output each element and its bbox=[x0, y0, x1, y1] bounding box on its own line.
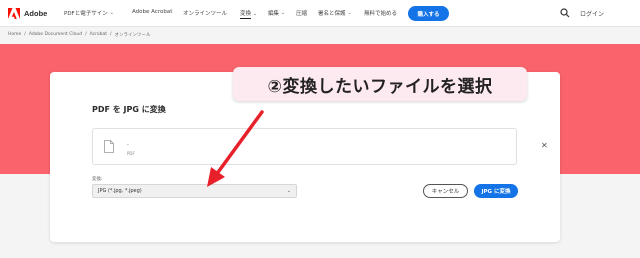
nav-item-label: 編集 bbox=[268, 11, 280, 17]
breadcrumb-document-cloud[interactable]: Adobe Document Cloud bbox=[29, 32, 82, 38]
chevron-down-icon: ⌄ bbox=[281, 10, 286, 16]
nav-item-start-free[interactable]: 無料で始める bbox=[364, 9, 397, 17]
nav-item-sign-protect[interactable]: 署名と保護 ⌄ bbox=[318, 9, 352, 17]
login-link[interactable]: ログイン bbox=[580, 9, 604, 18]
nav-item-label: 署名と保護 bbox=[318, 11, 346, 17]
breadcrumb-separator: / bbox=[109, 32, 112, 37]
adobe-logo-icon bbox=[8, 7, 20, 19]
convert-to-jpg-button[interactable]: JPG に変換 bbox=[474, 184, 518, 198]
nav-item-compress[interactable]: 圧縮 bbox=[296, 9, 307, 17]
buy-button[interactable]: 購入する bbox=[408, 6, 449, 21]
page-title: PDF を JPG に変換 bbox=[92, 105, 166, 114]
adobe-logo[interactable]: Adobe bbox=[8, 7, 48, 19]
breadcrumb-separator: / bbox=[85, 32, 87, 37]
chevron-down-icon: ⌄ bbox=[286, 188, 291, 194]
breadcrumb-acrobat[interactable]: Acrobat bbox=[90, 32, 107, 38]
brand-name: Adobe bbox=[24, 8, 48, 18]
file-type: PDF bbox=[127, 151, 135, 156]
chevron-down-icon: ⌄ bbox=[109, 10, 114, 16]
breadcrumb-separator: / bbox=[24, 32, 26, 37]
nav-item-label: PDFと電子サイン bbox=[64, 11, 108, 17]
chevron-down-icon: ⌄ bbox=[253, 11, 258, 17]
close-icon[interactable]: ✕ bbox=[541, 141, 548, 150]
file-icon bbox=[104, 140, 114, 153]
file-name: - bbox=[127, 142, 129, 148]
format-select-value: JPG (*.jpg, *.jpeg) bbox=[98, 188, 142, 194]
cancel-button[interactable]: キャンセル bbox=[423, 184, 468, 198]
breadcrumb-online-tools[interactable]: オンラインツール bbox=[115, 32, 151, 38]
annotation-callout: ②変換したいファイルを選択 bbox=[233, 67, 527, 101]
selected-file: - PDF ✕ bbox=[92, 128, 548, 165]
nav-item-label: 変換 bbox=[240, 11, 252, 19]
nav-item-convert[interactable]: 変換 ⌄ bbox=[240, 9, 257, 19]
format-select[interactable]: JPG (*.jpg, *.jpeg) ⌄ bbox=[92, 184, 297, 198]
convert-format-label: 変換: bbox=[92, 177, 103, 182]
breadcrumb: Home / Adobe Document Cloud / Acrobat / … bbox=[8, 32, 151, 38]
nav-item-adobe-acrobat[interactable]: Adobe Acrobat bbox=[132, 9, 172, 15]
nav-item-label: Adobe Acrobat bbox=[132, 9, 173, 15]
search-icon[interactable] bbox=[560, 8, 570, 18]
nav-item-pdf-esign[interactable]: PDFと電子サイン ⌄ bbox=[64, 9, 114, 17]
nav-item-label: 圧縮 bbox=[296, 11, 308, 17]
nav-item-edit[interactable]: 編集 ⌄ bbox=[268, 9, 285, 17]
breadcrumb-home[interactable]: Home bbox=[8, 32, 21, 38]
nav-item-online-tools[interactable]: オンラインツール bbox=[183, 9, 227, 17]
nav-item-label: オンラインツール bbox=[183, 11, 228, 17]
chevron-down-icon: ⌄ bbox=[347, 10, 352, 16]
nav-item-label: 無料で始める bbox=[364, 11, 398, 17]
top-navigation: Adobe PDFと電子サイン ⌄ Adobe Acrobat オンラインツール… bbox=[0, 0, 640, 27]
